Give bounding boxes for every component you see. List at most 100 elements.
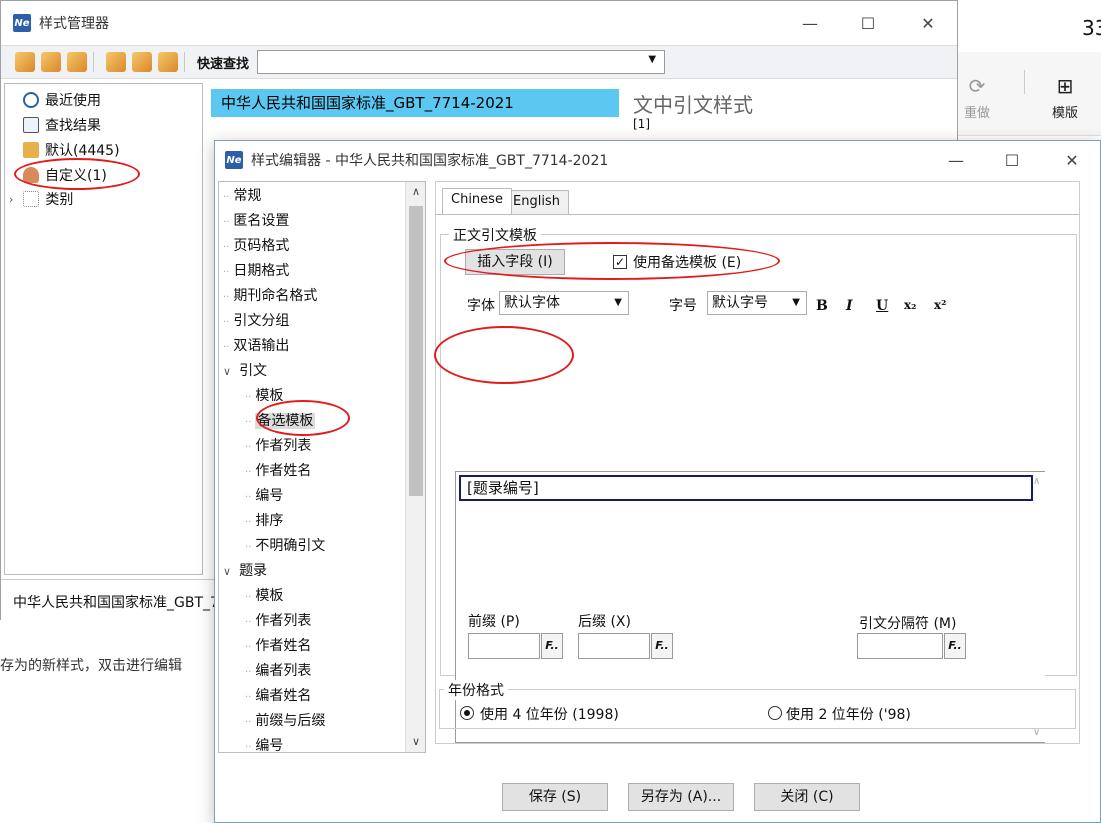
year-4-digit-radio[interactable]	[460, 706, 474, 720]
selected-style-status: 中华人民共和国国家标准_GBT_7714-2021	[1, 579, 216, 621]
tree-scrollbar[interactable]: ∧ ∨	[405, 182, 425, 752]
tree-connector: ··	[245, 617, 252, 628]
redo-button[interactable]: ⟳ 重做	[964, 74, 990, 121]
use-alt-template-checkbox[interactable]: ✓	[613, 255, 627, 269]
redo-label: 重做	[964, 106, 991, 121]
subscript-button[interactable]: x₂	[904, 298, 916, 312]
tree-item[interactable]: ·· 编号	[245, 484, 283, 508]
scrollbar-thumb[interactable]	[409, 206, 423, 496]
maximize-button[interactable]: ☐	[989, 141, 1035, 179]
italic-button[interactable]: I	[846, 298, 853, 314]
save-button[interactable]: 保存 (S)	[502, 783, 608, 811]
insert-field-button[interactable]: 插入字段 (I)	[465, 249, 565, 275]
tree-item[interactable]: ·· 作者列表	[245, 609, 311, 633]
tree-item[interactable]: ·· 前缀与后缀	[245, 709, 325, 733]
suffix-format-button[interactable]: F..	[651, 633, 673, 659]
tree-item-default[interactable]: 默认(4445)	[23, 139, 120, 161]
tree-item[interactable]: ·· 模板	[245, 384, 283, 408]
tree-item[interactable]: ·· 双语输出	[223, 334, 289, 358]
minimize-button[interactable]: —	[933, 141, 979, 179]
tree-item[interactable]: ·· 作者姓名	[245, 459, 311, 483]
template-button[interactable]: ⊞ 模版	[1052, 74, 1078, 121]
tree-item-search-results[interactable]: 查找结果	[23, 114, 101, 136]
search-icon	[23, 117, 39, 133]
editor-titlebar: Ne 样式编辑器 - 中华人民共和国国家标准_GBT_7714-2021 — ☐…	[215, 141, 1100, 179]
superscript-button[interactable]: x²	[934, 298, 946, 312]
size-select[interactable]: 默认字号 ▼	[707, 291, 807, 315]
tree-item-category[interactable]: › 类别	[9, 188, 73, 210]
manager-title: 样式管理器	[39, 16, 109, 32]
tree-item[interactable]: ·· 模板	[245, 584, 283, 608]
edit-style-icon[interactable]	[41, 52, 61, 72]
tree-item[interactable]: ·· 作者姓名	[245, 634, 311, 658]
import-style-icon[interactable]	[106, 52, 126, 72]
maximize-button[interactable]: ☐	[845, 1, 891, 45]
tree-item[interactable]: ·· 编者姓名	[245, 684, 311, 708]
tab-chinese[interactable]: Chinese	[442, 188, 512, 214]
year-2-digit-radio[interactable]	[768, 706, 782, 720]
year-format-group: 年份格式 使用 4 位年份 (1998) 使用 2 位年份 ('98)	[439, 680, 1076, 729]
size-value: 默认字号	[712, 295, 768, 311]
close-button[interactable]: ✕	[1049, 141, 1095, 179]
prefix-format-button[interactable]: F..	[541, 633, 563, 659]
chevron-down-icon[interactable]: ∨	[223, 565, 231, 578]
tree-item-label: 自定义(1)	[45, 168, 107, 184]
separator-format-button[interactable]: F..	[944, 633, 966, 659]
chevron-down-icon[interactable]: ▼	[648, 54, 656, 65]
save-as-button[interactable]: 另存为 (A)...	[628, 783, 734, 811]
tree-item-label: 模板	[255, 388, 284, 404]
tree-item-label: 期刊命名格式	[233, 288, 318, 304]
tree-item[interactable]: ·· 常规	[223, 184, 261, 208]
tree-item[interactable]: ·· 备选模板	[245, 409, 316, 433]
style-list-item-selected[interactable]: 中华人民共和国国家标准_GBT_7714-2021	[211, 89, 619, 117]
tree-item[interactable]: ·· 作者列表	[245, 434, 311, 458]
tree-item[interactable]: ·· 期刊命名格式	[223, 284, 317, 308]
tree-item[interactable]: ·· 页码格式	[223, 234, 289, 258]
font-select[interactable]: 默认字体 ▼	[499, 291, 629, 315]
tree-connector: ··	[223, 267, 230, 278]
tree-item[interactable]: ·· 匿名设置	[223, 209, 289, 233]
tree-item[interactable]: ∨ 题录	[223, 559, 267, 583]
tree-connector: ··	[245, 692, 252, 703]
preview-title: 文中引文样式	[633, 93, 753, 117]
tree-item-custom[interactable]: 自定义(1)	[23, 164, 107, 186]
tree-item-label: 最近使用	[45, 93, 101, 109]
scroll-down-icon[interactable]: ∨	[406, 732, 425, 752]
close-button[interactable]: ✕	[905, 1, 951, 45]
minimize-button[interactable]: —	[787, 1, 833, 45]
tree-item[interactable]: ·· 日期格式	[223, 259, 289, 283]
tree-item-label: 作者姓名	[255, 463, 312, 479]
scroll-up-icon[interactable]: ∧	[406, 182, 425, 202]
tree-item-recent[interactable]: 最近使用	[23, 89, 101, 111]
prefix-input[interactable]	[468, 633, 540, 659]
separator-input[interactable]	[857, 633, 943, 659]
tab-english[interactable]: English	[504, 190, 569, 214]
style-settings-icon[interactable]	[158, 52, 178, 72]
tree-item[interactable]: ·· 编者列表	[245, 659, 311, 683]
scroll-up-icon[interactable]: ∧	[1033, 476, 1040, 487]
new-style-icon[interactable]	[15, 52, 35, 72]
chevron-down-icon[interactable]: ∨	[223, 365, 231, 378]
folder-icon	[23, 142, 39, 158]
user-icon	[23, 167, 39, 183]
tree-item[interactable]: ·· 不明确引文	[245, 534, 325, 558]
tree-item-label: 作者列表	[255, 613, 312, 629]
tree-connector: ··	[245, 667, 252, 678]
template-field-text[interactable]: [题录编号]	[459, 475, 1033, 501]
bold-button[interactable]: B	[816, 298, 828, 314]
tree-item[interactable]: ·· 编号	[245, 734, 283, 752]
export-style-icon[interactable]	[132, 52, 152, 72]
underline-button[interactable]: U	[876, 298, 888, 314]
tree-item[interactable]: ·· 引文分组	[223, 309, 289, 333]
chevron-right-icon[interactable]: ›	[9, 193, 13, 206]
tree-connector: ··	[223, 192, 230, 203]
delete-style-icon[interactable]	[67, 52, 87, 72]
suffix-input[interactable]	[578, 633, 650, 659]
tree-item[interactable]: ·· 排序	[245, 509, 283, 533]
chevron-down-icon: ▼	[614, 297, 622, 308]
quick-search-input[interactable]: ▼	[257, 50, 666, 74]
manager-titlebar: Ne 样式管理器 — ☐ ✕	[1, 1, 957, 45]
tree-item-label: 查找结果	[45, 118, 101, 134]
tree-item[interactable]: ∨ 引文	[223, 359, 267, 383]
close-dialog-button[interactable]: 关闭 (C)	[754, 783, 860, 811]
